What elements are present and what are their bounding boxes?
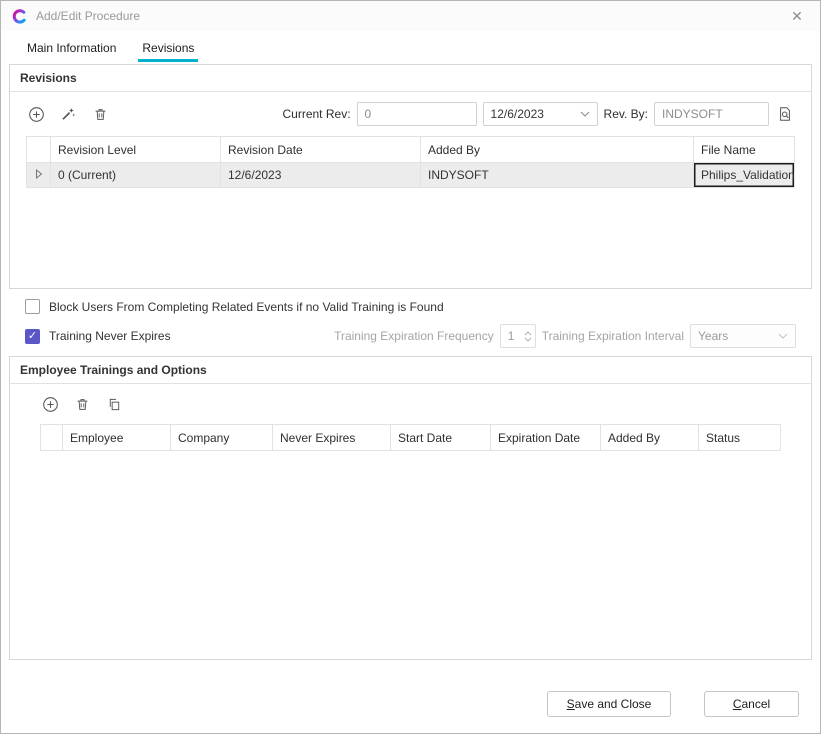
column-header-start-date[interactable]: Start Date — [391, 425, 491, 451]
block-users-label: Block Users From Completing Related Even… — [49, 300, 444, 314]
revisions-group-title: Revisions — [10, 65, 811, 92]
training-never-expires-checkbox[interactable]: ✓ — [25, 329, 40, 344]
copy-training-button[interactable] — [104, 394, 124, 414]
rev-by-label: Rev. By: — [604, 107, 648, 121]
training-never-expires-label: Training Never Expires — [49, 329, 171, 343]
cell-file-name: Philips_Validation_ — [694, 163, 795, 188]
save-and-close-button[interactable]: Save and Close — [547, 691, 671, 717]
chevron-down-icon — [778, 333, 788, 339]
column-header-added-by[interactable]: Added By — [421, 137, 694, 163]
magic-wand-icon — [60, 106, 76, 122]
add-training-button[interactable] — [40, 394, 60, 414]
dialog-content: Revisions — [1, 64, 820, 733]
column-header-revision-date[interactable]: Revision Date — [221, 137, 421, 163]
close-icon[interactable]: ✕ — [786, 5, 808, 27]
revisions-table: Revision Level Revision Date Added By Fi… — [26, 136, 795, 288]
column-header-status[interactable]: Status — [699, 425, 781, 451]
cell-added-by: INDYSOFT — [421, 163, 694, 188]
app-logo-icon — [11, 8, 28, 25]
column-header-revision-level[interactable]: Revision Level — [51, 137, 221, 163]
revision-date-combobox[interactable]: 12/6/2023 — [483, 102, 598, 126]
rev-by-input[interactable]: INDYSOFT — [654, 102, 769, 126]
revision-row[interactable]: 0 (Current) 12/6/2023 INDYSOFT Philips_V… — [27, 163, 795, 188]
frequency-stepper: 1 — [500, 324, 536, 348]
block-users-row: Block Users From Completing Related Even… — [25, 299, 796, 314]
cancel-button[interactable]: Cancel — [704, 691, 799, 717]
interval-label: Training Expiration Interval — [542, 329, 684, 343]
column-header-selector — [41, 425, 63, 451]
expiration-fields: Training Expiration Frequency 1 Training… — [334, 324, 796, 348]
row-expander-icon[interactable] — [27, 163, 51, 188]
employee-table-empty-area — [40, 451, 781, 659]
cell-revision-level: 0 (Current) — [51, 163, 221, 188]
interval-select: Years — [690, 324, 796, 348]
circle-plus-icon — [28, 106, 45, 123]
column-header-expander — [27, 137, 51, 163]
chevron-down-icon — [580, 111, 590, 117]
add-revision-button[interactable] — [26, 104, 46, 124]
frequency-label: Training Expiration Frequency — [334, 329, 494, 343]
revisions-group: Revisions — [9, 64, 812, 289]
revisions-toolbar: Current Rev: 0 12/6/2023 Rev. By: INDYSO… — [10, 92, 811, 136]
employee-trainings-group: Employee Trainings and Options — [9, 356, 812, 660]
column-header-company[interactable]: Company — [171, 425, 273, 451]
window-title: Add/Edit Procedure — [36, 9, 140, 23]
tab-revisions[interactable]: Revisions — [132, 31, 204, 64]
copy-pages-icon — [107, 397, 122, 412]
cell-revision-date: 12/6/2023 — [221, 163, 421, 188]
trash-icon — [75, 397, 90, 412]
column-header-expiration-date[interactable]: Expiration Date — [491, 425, 601, 451]
current-rev-fields: Current Rev: 0 12/6/2023 Rev. By: INDYSO… — [283, 102, 796, 126]
current-rev-input[interactable]: 0 — [357, 102, 477, 126]
current-rev-label: Current Rev: — [283, 107, 351, 121]
search-document-icon — [777, 106, 793, 122]
tab-main-information[interactable]: Main Information — [17, 31, 126, 64]
employee-toolbar — [10, 384, 811, 424]
column-header-added-by[interactable]: Added By — [601, 425, 699, 451]
delete-training-button[interactable] — [72, 394, 92, 414]
column-header-file-name[interactable]: File Name — [694, 137, 795, 163]
stepper-arrows-icon — [524, 331, 532, 342]
add-edit-procedure-dialog: Add/Edit Procedure ✕ Main Information Re… — [0, 0, 821, 734]
training-expiration-row: ✓ Training Never Expires Training Expira… — [25, 324, 796, 348]
dialog-footer: Save and Close Cancel — [9, 691, 812, 733]
edit-revision-button[interactable] — [58, 104, 78, 124]
circle-plus-icon — [42, 396, 59, 413]
employee-table: Employee Company Never Expires Start Dat… — [40, 424, 781, 659]
titlebar: Add/Edit Procedure ✕ — [1, 1, 820, 31]
delete-revision-button[interactable] — [90, 104, 110, 124]
revisions-table-empty-area — [26, 188, 795, 288]
tab-strip: Main Information Revisions — [1, 31, 820, 64]
search-document-button[interactable] — [775, 104, 795, 124]
column-header-never-expires[interactable]: Never Expires — [273, 425, 391, 451]
trash-icon — [93, 107, 108, 122]
block-users-checkbox[interactable] — [25, 299, 40, 314]
employee-trainings-group-title: Employee Trainings and Options — [10, 357, 811, 384]
column-header-employee[interactable]: Employee — [63, 425, 171, 451]
